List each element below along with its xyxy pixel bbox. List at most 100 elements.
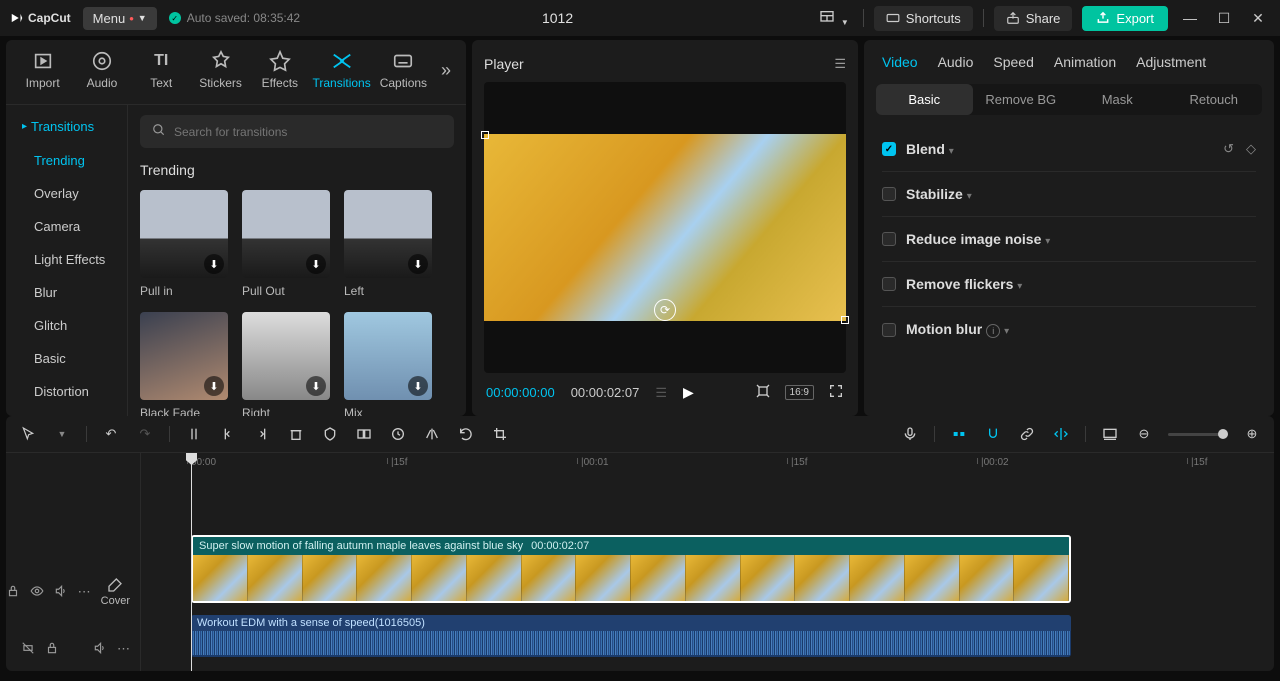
delete-icon[interactable]: [286, 424, 306, 444]
compound-icon[interactable]: [354, 424, 374, 444]
snap-icon[interactable]: [1051, 424, 1071, 444]
scale-icon[interactable]: [755, 383, 771, 402]
tab-text[interactable]: TI Text: [133, 46, 190, 94]
aspect-ratio[interactable]: 16:9: [785, 385, 814, 400]
more-tabs-icon[interactable]: »: [434, 60, 458, 81]
more-icon[interactable]: ⋯: [117, 641, 130, 657]
undo-icon[interactable]: ↶: [101, 424, 121, 444]
keyframe-icon[interactable]: ◇: [1246, 141, 1256, 157]
sidebar-item-light[interactable]: Light Effects: [6, 243, 127, 276]
search-input[interactable]: [140, 115, 454, 148]
playhead[interactable]: [191, 453, 192, 671]
volume-icon[interactable]: [93, 641, 107, 658]
maximize-icon[interactable]: ☐: [1212, 6, 1236, 30]
mic-icon[interactable]: [900, 424, 920, 444]
sidebar-item-glitch[interactable]: Glitch: [6, 309, 127, 342]
marker-icon[interactable]: [320, 424, 340, 444]
timeline-ruler[interactable]: 00:00|15f|00:01|15f|00:02|15f: [141, 453, 1274, 475]
volume-icon[interactable]: [54, 584, 68, 601]
download-icon[interactable]: ⬇: [408, 254, 428, 274]
sidebar-item-blur[interactable]: Blur: [6, 276, 127, 309]
video-clip[interactable]: Super slow motion of falling autumn mapl…: [191, 535, 1071, 603]
magnet2-icon[interactable]: [983, 424, 1003, 444]
transition-card[interactable]: ⬇Right: [242, 312, 330, 416]
cover-button[interactable]: Cover: [101, 577, 130, 607]
download-icon[interactable]: ⬇: [204, 376, 224, 396]
sidebar-item-camera[interactable]: Camera: [6, 210, 127, 243]
sidebar-item-overlay[interactable]: Overlay: [6, 177, 127, 210]
flicker-checkbox[interactable]: [882, 277, 896, 291]
cursor-dropdown[interactable]: ▼: [52, 424, 72, 444]
minimize-icon[interactable]: —: [1178, 6, 1202, 30]
zoom-slider[interactable]: [1168, 433, 1228, 436]
tab-speed[interactable]: Speed: [993, 54, 1033, 70]
preview-icon[interactable]: [1100, 424, 1120, 444]
tab-transitions[interactable]: Transitions: [310, 46, 372, 94]
download-icon[interactable]: ⬇: [408, 376, 428, 396]
blend-checkbox[interactable]: [882, 142, 896, 156]
fullscreen-icon[interactable]: [828, 383, 844, 402]
tab-stickers[interactable]: Stickers: [192, 46, 249, 94]
sidebar-item-trending[interactable]: Trending: [6, 144, 127, 177]
stabilize-checkbox[interactable]: [882, 187, 896, 201]
track-disable-icon[interactable]: [21, 641, 35, 658]
tab-effects[interactable]: Effects: [251, 46, 308, 94]
mirror-icon[interactable]: [422, 424, 442, 444]
transition-card[interactable]: ⬇Mix: [344, 312, 432, 416]
split-left-icon[interactable]: [218, 424, 238, 444]
sidebar-item-distortion[interactable]: Distortion: [6, 375, 127, 408]
tab-captions[interactable]: Captions: [375, 46, 432, 94]
transition-card[interactable]: ⬇Black Fade: [140, 312, 228, 416]
sidebar-heading[interactable]: Transitions: [6, 115, 127, 144]
crop-icon[interactable]: [490, 424, 510, 444]
player-menu-icon[interactable]: ☰: [834, 56, 846, 72]
audio-clip[interactable]: Workout EDM with a sense of speed(101650…: [191, 615, 1071, 657]
play-button[interactable]: ▶: [683, 384, 694, 401]
info-icon[interactable]: i: [986, 324, 1000, 338]
player-viewport[interactable]: ⟳: [484, 82, 846, 373]
tab-import[interactable]: Import: [14, 46, 71, 94]
layout-icon[interactable]: ▼: [815, 5, 853, 32]
shortcuts-button[interactable]: Shortcuts: [874, 6, 973, 31]
menu-button[interactable]: Menu•▼: [83, 7, 157, 30]
download-icon[interactable]: ⬇: [306, 376, 326, 396]
lock-icon[interactable]: [6, 584, 20, 601]
subtab-basic[interactable]: Basic: [876, 84, 973, 115]
tab-animation[interactable]: Animation: [1054, 54, 1116, 70]
eye-icon[interactable]: [30, 584, 44, 601]
tab-video[interactable]: Video: [882, 54, 918, 70]
zoom-in-icon[interactable]: ⊕: [1242, 424, 1262, 444]
share-button[interactable]: Share: [994, 6, 1073, 31]
subtab-mask[interactable]: Mask: [1069, 84, 1166, 115]
transition-card[interactable]: ⬇Pull in: [140, 190, 228, 298]
player-overlay-icon[interactable]: ⟳: [654, 299, 676, 321]
download-icon[interactable]: ⬇: [204, 254, 224, 274]
reset-icon[interactable]: ↺: [1223, 141, 1234, 157]
export-button[interactable]: Export: [1082, 6, 1168, 31]
split-icon[interactable]: [184, 424, 204, 444]
subtab-retouch[interactable]: Retouch: [1166, 84, 1263, 115]
rotate-icon[interactable]: [456, 424, 476, 444]
lock-icon[interactable]: [45, 641, 59, 658]
redo-icon[interactable]: ↷: [135, 424, 155, 444]
transition-card[interactable]: ⬇Left: [344, 190, 432, 298]
tab-audio[interactable]: Audio: [938, 54, 974, 70]
tab-adjustment[interactable]: Adjustment: [1136, 54, 1206, 70]
list-icon[interactable]: ☰: [655, 385, 667, 401]
split-right-icon[interactable]: [252, 424, 272, 444]
subtab-removebg[interactable]: Remove BG: [973, 84, 1070, 115]
transition-card[interactable]: ⬇Pull Out: [242, 190, 330, 298]
more-icon[interactable]: ⋯: [78, 584, 91, 600]
sidebar-item-basic[interactable]: Basic: [6, 342, 127, 375]
magnet1-icon[interactable]: [949, 424, 969, 444]
cursor-tool[interactable]: [18, 424, 38, 444]
close-icon[interactable]: ✕: [1246, 6, 1270, 30]
reverse-icon[interactable]: [388, 424, 408, 444]
link-icon[interactable]: [1017, 424, 1037, 444]
clip-name: Super slow motion of falling autumn mapl…: [199, 540, 523, 552]
tab-audio[interactable]: Audio: [73, 46, 130, 94]
download-icon[interactable]: ⬇: [306, 254, 326, 274]
zoom-out-icon[interactable]: ⊖: [1134, 424, 1154, 444]
motion-checkbox[interactable]: [882, 323, 896, 337]
noise-checkbox[interactable]: [882, 232, 896, 246]
